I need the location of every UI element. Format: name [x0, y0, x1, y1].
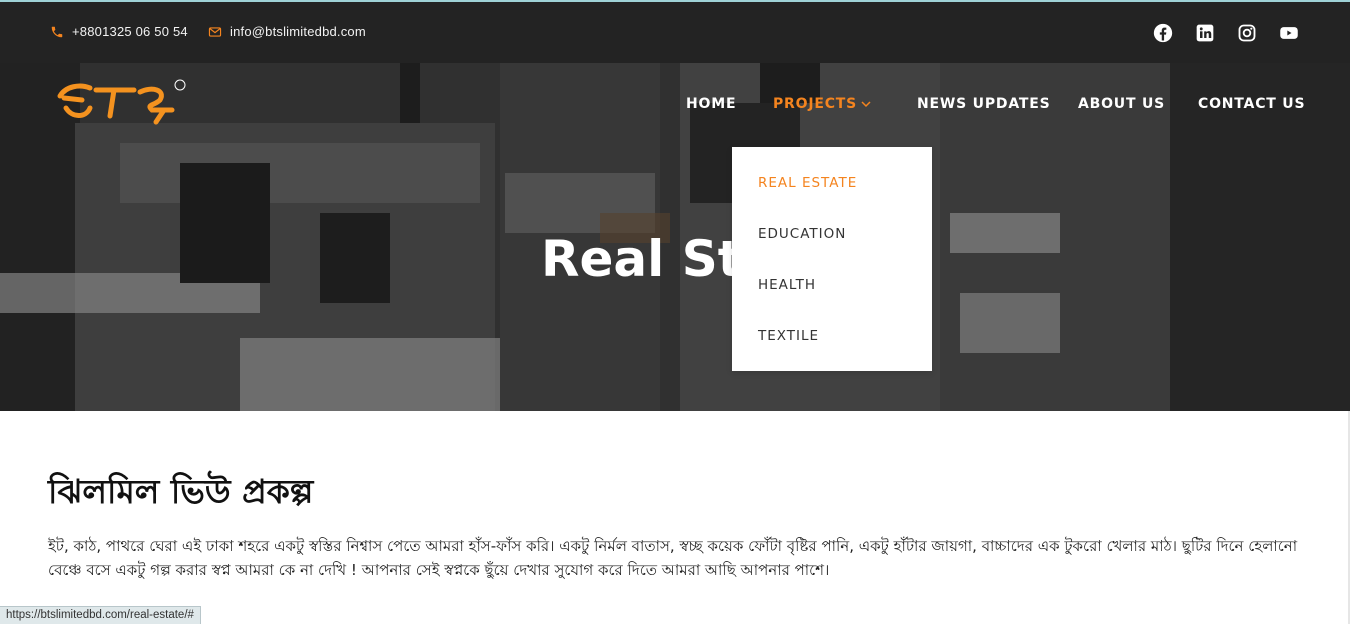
nav-projects[interactable]: PROJECTS	[773, 96, 871, 112]
dropdown-item-education[interactable]: EDUCATION	[758, 226, 846, 242]
phone-icon	[51, 26, 63, 37]
link-status-bar: https://btslimitedbd.com/real-estate/#	[0, 606, 201, 624]
dropdown-item-real-estate[interactable]: REAL ESTATE	[758, 175, 857, 191]
phone-contact[interactable]: +8801325 06 50 54	[50, 24, 188, 39]
projects-dropdown-menu: REAL ESTATE EDUCATION HEALTH TEXTILE	[732, 147, 932, 371]
nav-contact-us[interactable]: CONTACT US	[1198, 96, 1305, 112]
chevron-down-icon	[861, 101, 871, 108]
facebook-icon[interactable]	[1152, 22, 1174, 44]
youtube-icon[interactable]	[1278, 22, 1300, 44]
instagram-icon[interactable]	[1236, 22, 1258, 44]
envelope-icon	[208, 26, 222, 37]
email-address: info@btslimitedbd.com	[230, 24, 366, 39]
top-bar: +8801325 06 50 54 info@btslimitedbd.com	[0, 0, 1350, 63]
phone-number: +8801325 06 50 54	[72, 24, 188, 39]
nav-news-updates[interactable]: NEWS UPDATES	[917, 96, 1050, 112]
nav-projects-label: PROJECTS	[773, 96, 858, 112]
dropdown-item-textile[interactable]: TEXTILE	[758, 328, 819, 344]
nav-home[interactable]: HOME	[686, 96, 736, 112]
dropdown-item-health[interactable]: HEALTH	[758, 277, 816, 293]
social-links	[1152, 22, 1300, 44]
linkedin-icon[interactable]	[1194, 22, 1216, 44]
project-description: ইট, কাঠ, পাথরে ঘেরা এই ঢাকা শহরে একটু স্…	[48, 537, 1298, 579]
project-title: ঝিলমিল ভিউ প্রকল্প	[48, 472, 314, 511]
main-navigation: HOME PROJECTS NEWS UPDATES ABOUT US CONT…	[0, 96, 1350, 116]
email-contact[interactable]: info@btslimitedbd.com	[208, 24, 366, 39]
nav-about-us[interactable]: ABOUT US	[1078, 96, 1165, 112]
